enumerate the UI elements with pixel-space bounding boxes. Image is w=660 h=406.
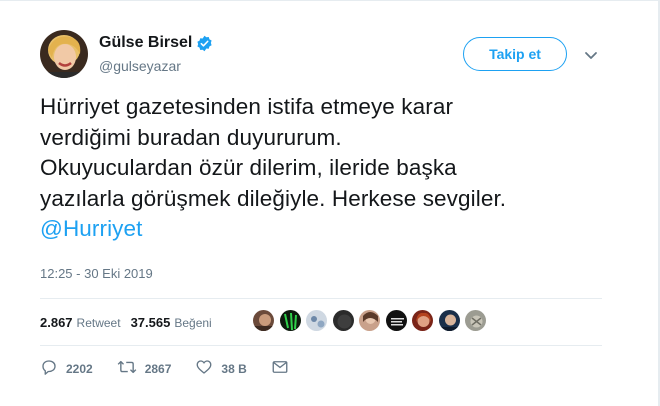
frame-border-top [0,0,660,1]
reply-icon [40,358,66,379]
author-name[interactable]: Gülse Birsel [99,34,192,52]
divider [40,345,602,346]
liker-avatars [252,309,491,332]
chevron-down-icon[interactable] [584,48,598,59]
liker-avatar[interactable] [437,309,461,332]
retweet-action[interactable]: 2867 [117,358,172,379]
tweet-timestamp[interactable]: 12:25 - 30 Eki 2019 [40,266,153,281]
liker-avatar[interactable] [464,309,487,332]
envelope-icon [271,358,297,379]
verified-badge-icon [196,35,213,52]
retweet-icon [117,358,145,379]
direct-message-action[interactable] [271,358,297,379]
liker-avatar[interactable] [252,309,275,332]
like-stat-label: Beğeni [174,316,212,330]
tweet-text-line: Hürriyet gazetesinden istifa etmeye kara… [40,94,454,119]
retweet-count: 2867 [144,361,172,376]
author-handle[interactable]: @gulseyazar [99,58,181,74]
follow-button[interactable]: Takip et [463,37,567,71]
like-action[interactable]: 38 B [195,358,247,379]
liker-avatar[interactable] [305,309,328,332]
liker-avatar[interactable] [411,309,434,332]
retweet-stat[interactable]: 2.867 Retweet [40,315,121,330]
reply-action[interactable]: 2202 [40,358,93,379]
engagement-stats: 2.867 Retweet 37.565 Beğeni [40,315,222,330]
tweet-text: Hürriyet gazetesinden istifa etmeye kara… [40,92,640,245]
tweet-text-line: verdiğimi buradan duyururum. [40,124,342,150]
tweet-actions: 2202 2867 38 B [40,358,321,379]
like-stat-count: 37.565 [130,315,171,330]
author-avatar[interactable] [40,30,88,78]
liker-avatar[interactable] [331,309,355,332]
heart-icon [195,358,221,379]
retweet-stat-count: 2.867 [40,315,73,330]
liker-avatar[interactable] [384,309,408,332]
mention-link[interactable]: @Hurriyet [40,216,143,241]
reply-count: 2202 [66,361,93,376]
author-name-row: Gülse Birsel [99,34,213,52]
like-count: 38 B [221,361,247,376]
retweet-stat-label: Retweet [76,316,121,330]
tweet-text-line: Okuyuculardan özür dilerim, ileride başk… [40,155,457,180]
tweet-text-line: yazılarla görüşmek dileğiyle. Herkese se… [40,185,507,211]
liker-avatar[interactable] [358,309,381,332]
liker-avatar[interactable] [278,309,302,332]
like-stat[interactable]: 37.565 Beğeni [131,315,212,330]
divider [40,298,602,299]
